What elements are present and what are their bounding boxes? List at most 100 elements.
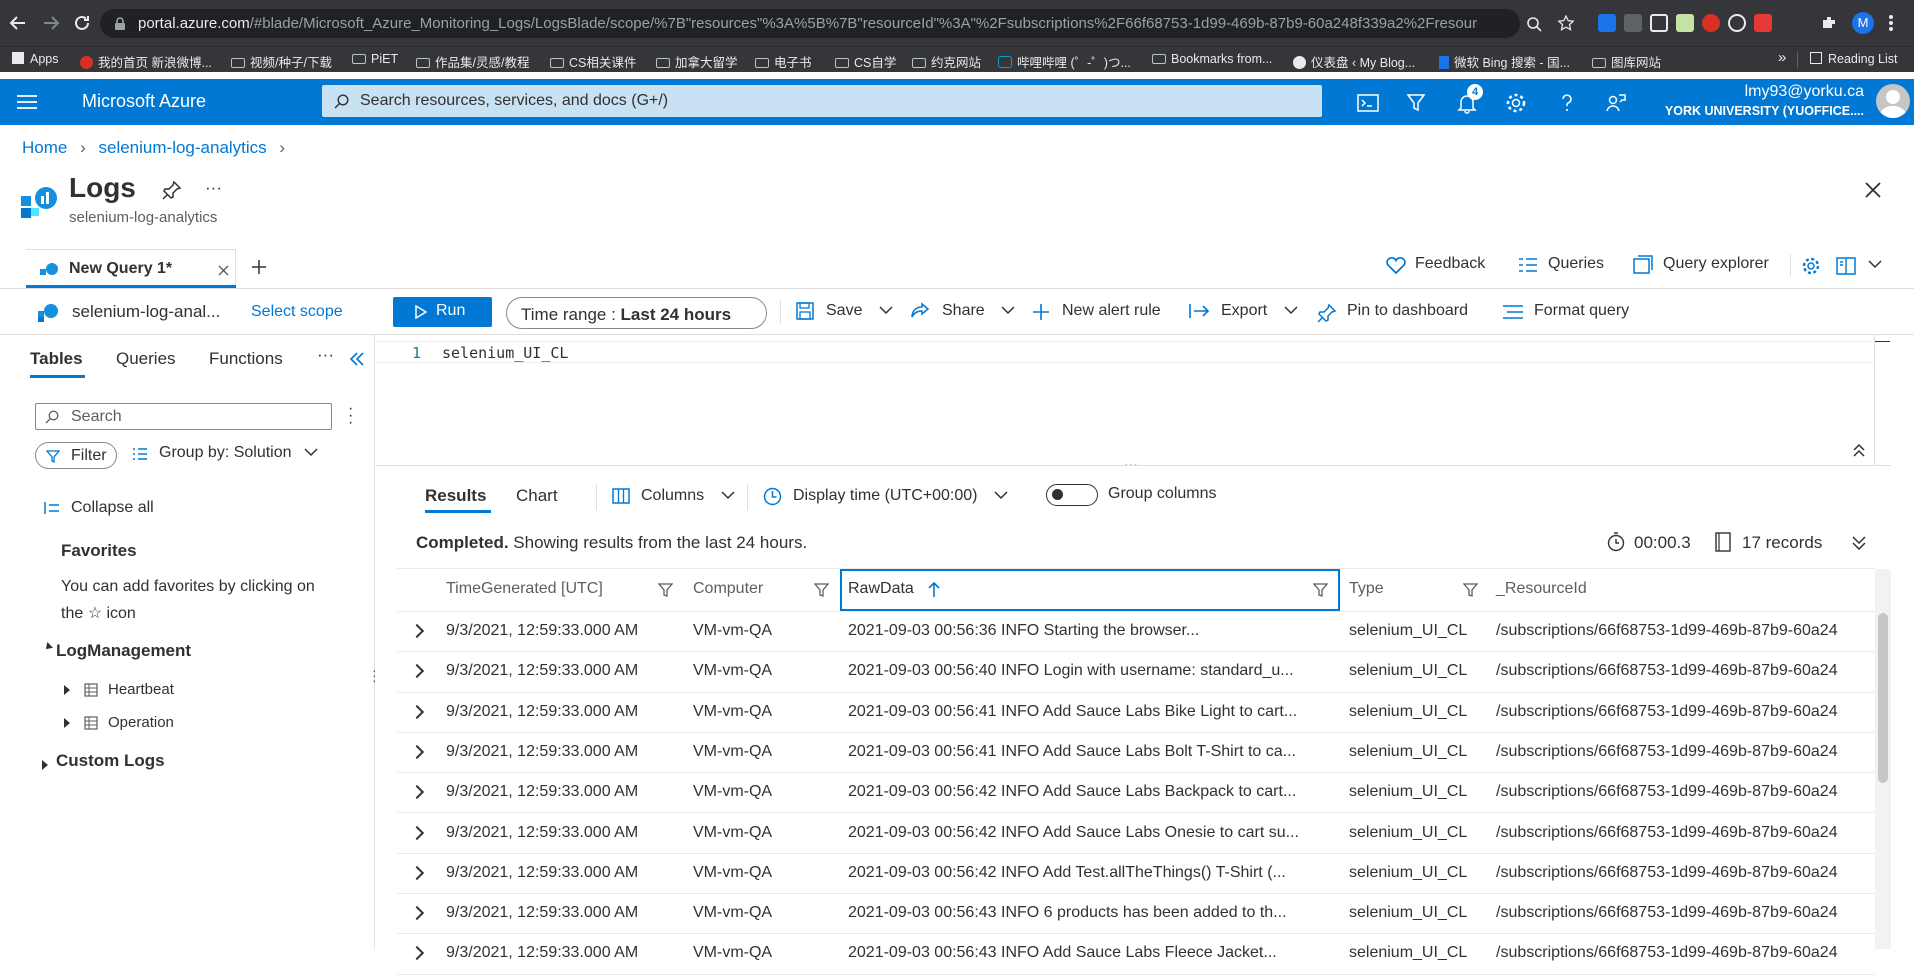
time-range-picker[interactable]: Time range : Last 24 hours [506, 297, 767, 329]
new-alert-rule-button[interactable]: New alert rule [1032, 302, 1161, 320]
chart-tab[interactable]: Chart [516, 486, 558, 506]
column-filter-icon[interactable] [1313, 583, 1328, 598]
table-row[interactable]: 9/3/2021, 12:59:33.000 AM VM-vm-QA 2021-09… [397, 934, 1875, 975]
user-avatar[interactable] [1876, 84, 1910, 118]
profile-avatar[interactable]: M [1852, 12, 1874, 34]
expand-row-chevron-icon[interactable] [409, 825, 425, 840]
adblock-icon[interactable] [1702, 14, 1720, 32]
expand-row-chevron-icon[interactable] [409, 664, 425, 679]
bookmark-folder[interactable]: 电子书 [755, 52, 812, 71]
sort-ascending-arrow-icon[interactable] [928, 582, 940, 598]
notion-icon[interactable] [1650, 14, 1668, 32]
settings-gear-icon[interactable] [1504, 91, 1528, 115]
table-row[interactable]: 9/3/2021, 12:59:33.000 AM VM-vm-QA 2021-09… [397, 814, 1875, 854]
collapse-all-button[interactable]: Collapse all [44, 499, 154, 517]
table-row[interactable]: 9/3/2021, 12:59:33.000 AM VM-vm-QA 2021-09… [397, 693, 1875, 733]
bookmark-folder[interactable]: PiET [352, 52, 398, 66]
bookmark-folder[interactable]: 视频/种子/下载 [231, 52, 332, 71]
extension-icon[interactable] [1624, 14, 1642, 32]
group-by-dropdown[interactable]: Group by: Solution [132, 444, 318, 462]
column-filter-icon[interactable] [658, 583, 673, 598]
bookmark-item[interactable]: 我的首页 新浪微博... [80, 52, 212, 71]
reload-icon[interactable] [73, 14, 91, 32]
expand-row-chevron-icon[interactable] [409, 785, 425, 800]
more-options-button[interactable]: ··· [205, 178, 222, 198]
user-email[interactable]: lmy93@yorku.ca [1580, 83, 1864, 101]
format-query-button[interactable]: Format query [1502, 302, 1629, 320]
column-header-resourceid[interactable]: _ResourceId [1496, 580, 1587, 598]
table-row[interactable]: 9/3/2021, 12:59:33.000 AM VM-vm-QA 2021-09… [397, 894, 1875, 935]
collapse-editor-icon[interactable] [1853, 443, 1865, 457]
bookmark-item[interactable]: 仪表盘 ‹ My Blog... [1293, 52, 1415, 71]
results-scrollbar[interactable] [1875, 569, 1891, 949]
global-search-input[interactable]: Search resources, services, and docs (G+… [322, 85, 1322, 117]
table-item-heartbeat[interactable]: Heartbeat [108, 681, 174, 698]
zoom-icon[interactable] [1526, 16, 1542, 32]
forward-icon[interactable] [42, 14, 60, 32]
side-tab-functions[interactable]: Functions [209, 349, 283, 369]
extension-icon[interactable] [1598, 14, 1616, 32]
share-button[interactable]: Share [910, 302, 1015, 320]
caret-expanded-icon[interactable] [43, 642, 53, 652]
table-row[interactable]: 9/3/2021, 12:59:33.000 AM VM-vm-QA 2021-09… [397, 733, 1875, 774]
editor-scrollbar[interactable] [1874, 335, 1891, 465]
address-bar[interactable]: portal.azure.com/#blade/Microsoft_Azure_… [100, 9, 1542, 38]
expand-row-chevron-icon[interactable] [409, 744, 425, 759]
menu-dots-icon[interactable] [1888, 14, 1894, 32]
directory-filter-icon[interactable] [1404, 91, 1428, 115]
select-scope-link[interactable]: Select scope [251, 303, 343, 321]
extension-icon[interactable] [1728, 14, 1746, 32]
bookmarks-overflow[interactable]: » [1778, 49, 1786, 66]
bookmark-apps[interactable]: Apps [12, 52, 59, 66]
help-question-icon[interactable] [1555, 91, 1579, 115]
panel-resize-handle[interactable]: · · · [372, 663, 377, 687]
chevron-down-icon[interactable] [1868, 259, 1882, 269]
more-options-button[interactable]: ··· [317, 345, 334, 365]
chevron-right-icon[interactable] [64, 685, 70, 695]
side-tab-queries[interactable]: Queries [116, 349, 176, 369]
table-item-operation[interactable]: Operation [108, 714, 174, 731]
editor-resize-handle[interactable]: ··· [1124, 456, 1138, 472]
results-tab[interactable]: Results [425, 486, 486, 506]
query-explorer-button[interactable]: Query explorer [1633, 255, 1769, 274]
bookmark-folder[interactable]: CS相关课件 [550, 52, 636, 71]
queries-button[interactable]: Queries [1518, 255, 1604, 273]
feedback-button[interactable]: Feedback [1385, 255, 1485, 275]
extension-icon[interactable] [1676, 14, 1694, 32]
collapse-panel-icon[interactable] [349, 352, 365, 366]
run-button[interactable]: Run [393, 297, 492, 327]
filter-button[interactable]: Filter [35, 442, 117, 469]
group-log-management[interactable]: LogManagement [56, 641, 191, 661]
columns-dropdown[interactable]: Columns [612, 487, 735, 505]
tab-close-icon[interactable] [218, 265, 229, 276]
bookmark-folder[interactable]: CS自学 [835, 52, 896, 71]
back-icon[interactable] [9, 14, 27, 32]
query-editor[interactable]: 1 selenium_UI_CL [376, 335, 1874, 465]
settings-gear-icon[interactable] [1801, 256, 1821, 276]
expand-results-icon[interactable] [1852, 536, 1866, 550]
display-time-dropdown[interactable]: Display time (UTC+00:00) [763, 487, 1008, 506]
table-row[interactable]: 9/3/2021, 12:59:33.000 AM VM-vm-QA 2021-09… [397, 612, 1875, 653]
tab-new-query[interactable]: New Query 1* [26, 249, 236, 287]
close-icon[interactable] [1864, 181, 1882, 199]
chevron-right-icon[interactable] [64, 718, 70, 728]
user-organization[interactable]: YORK UNIVERSITY (YUOFFICE.... [1580, 104, 1864, 118]
expand-row-chevron-icon[interactable] [409, 946, 425, 961]
column-filter-icon[interactable] [814, 583, 829, 598]
hamburger-menu-icon[interactable] [17, 94, 37, 110]
scrollbar-thumb[interactable] [1878, 613, 1888, 783]
table-row[interactable]: 9/3/2021, 12:59:33.000 AM VM-vm-QA 2021-09… [397, 854, 1875, 895]
expand-row-chevron-icon[interactable] [409, 704, 425, 719]
side-tab-tables[interactable]: Tables [30, 349, 83, 369]
bookmark-folder[interactable]: Bookmarks from... [1152, 52, 1272, 66]
azure-brand[interactable]: Microsoft Azure [82, 91, 206, 112]
bookmark-star-icon[interactable] [1558, 15, 1574, 31]
table-row[interactable]: 9/3/2021, 12:59:33.000 AM VM-vm-QA 2021-09… [397, 773, 1875, 814]
search-options-icon[interactable]: · · · [348, 401, 353, 431]
bookmark-folder[interactable]: 约克网站 [912, 52, 981, 71]
expand-row-chevron-icon[interactable] [409, 865, 425, 880]
cloud-shell-icon[interactable] [1356, 91, 1380, 115]
pin-to-dashboard-button[interactable]: Pin to dashboard [1317, 302, 1468, 323]
column-header-computer[interactable]: Computer [693, 580, 763, 598]
column-header-rawdata[interactable]: RawData [848, 580, 914, 598]
